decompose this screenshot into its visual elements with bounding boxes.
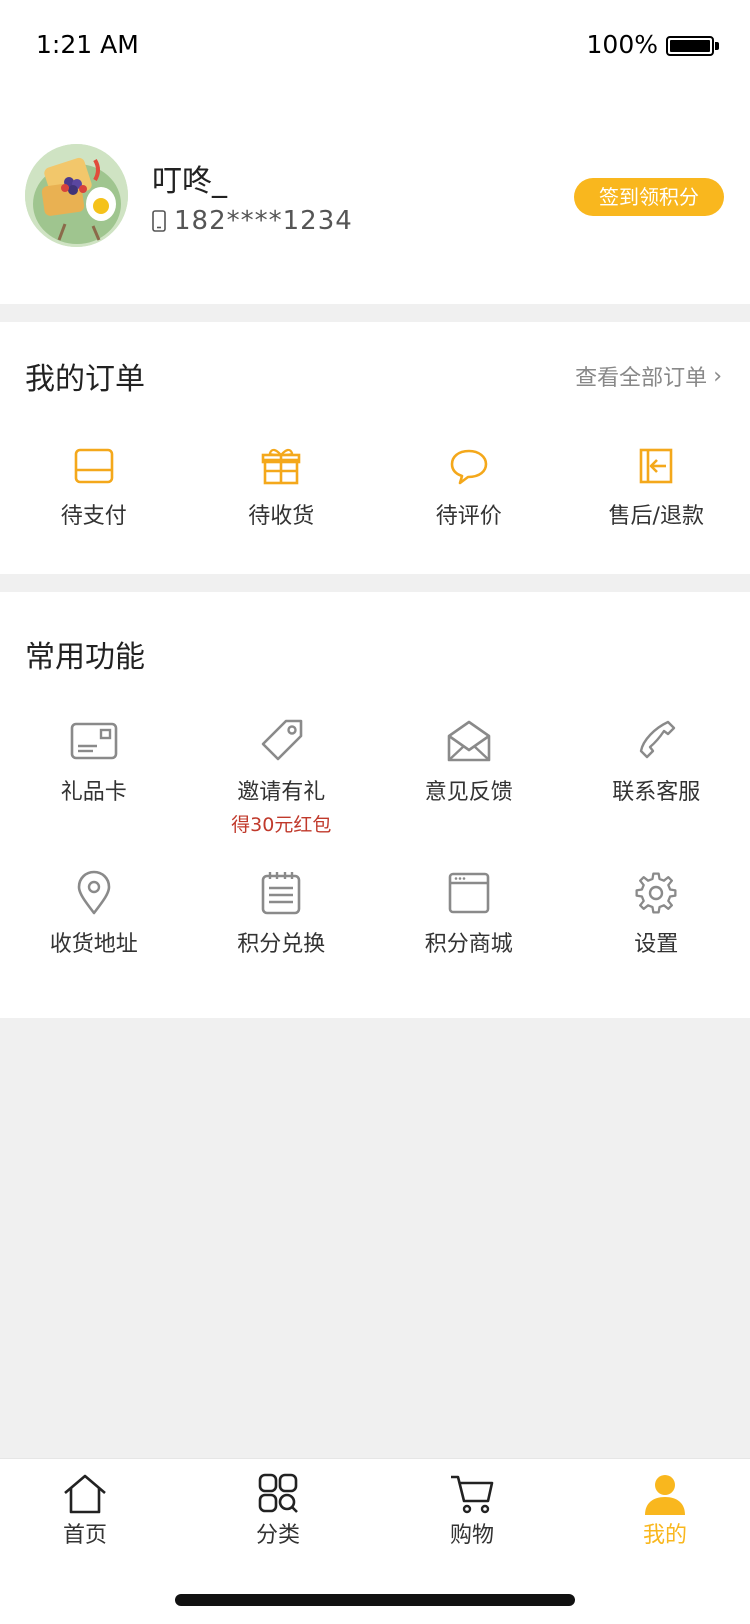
return-icon bbox=[639, 448, 673, 484]
profile-screen: 1:21 AM 100% 叮咚_ 182****1234 签到领积分 我的订单 … bbox=[0, 0, 750, 1624]
browser-window-icon bbox=[448, 872, 490, 914]
phone-icon bbox=[640, 720, 676, 759]
cart-icon bbox=[451, 1475, 494, 1514]
feature-customer-service[interactable]: 联系客服 bbox=[563, 718, 750, 837]
bottom-tab-bar: 首页 分类 购物 我的 bbox=[0, 1458, 750, 1624]
feature-label: 设置 bbox=[634, 932, 679, 957]
features-row: 收货地址 积分兑换 积分商城 设置 bbox=[0, 870, 750, 958]
feature-points-exchange[interactable]: 积分兑换 bbox=[188, 870, 376, 958]
feature-invite[interactable]: 邀请有礼 得30元红包 bbox=[188, 718, 376, 837]
checkin-button[interactable]: 签到领积分 bbox=[574, 178, 724, 216]
order-pending-review[interactable]: 待评价 bbox=[375, 446, 563, 530]
feature-label: 积分兑换 bbox=[237, 932, 326, 957]
gift-card-icon bbox=[70, 722, 118, 760]
status-bar: 1:21 AM 100% bbox=[0, 0, 750, 92]
tab-mine[interactable]: 我的 bbox=[605, 1473, 725, 1549]
order-pending-receipt[interactable]: 待收货 bbox=[188, 446, 376, 530]
view-all-orders-link[interactable]: 查看全部订单 › bbox=[575, 360, 722, 392]
category-icon bbox=[258, 1473, 298, 1513]
chat-bubble-icon bbox=[450, 449, 488, 485]
tab-label: 分类 bbox=[255, 1523, 300, 1548]
wallet-icon bbox=[74, 448, 114, 484]
orders-card: 我的订单 查看全部订单 › 待支付 待收货 待评价 售后/退款 bbox=[0, 322, 750, 574]
order-item-label: 待评价 bbox=[435, 504, 502, 529]
order-after-sales[interactable]: 售后/退款 bbox=[563, 446, 750, 530]
feature-address[interactable]: 收货地址 bbox=[0, 870, 188, 958]
feature-feedback[interactable]: 意见反馈 bbox=[375, 718, 563, 837]
notepad-icon bbox=[261, 872, 301, 915]
feature-label: 礼品卡 bbox=[60, 780, 127, 805]
home-icon bbox=[64, 1474, 106, 1514]
feature-label: 收货地址 bbox=[49, 932, 138, 957]
order-pending-payment[interactable]: 待支付 bbox=[0, 446, 188, 530]
battery-icon bbox=[666, 36, 714, 56]
orders-title: 我的订单 bbox=[25, 362, 145, 397]
feature-gift-card[interactable]: 礼品卡 bbox=[0, 718, 188, 837]
phone-number: 182****1234 bbox=[174, 206, 353, 236]
location-pin-icon bbox=[77, 870, 111, 915]
feature-label: 积分商城 bbox=[424, 932, 513, 957]
tab-label: 首页 bbox=[62, 1523, 107, 1548]
mobile-phone-icon bbox=[152, 210, 166, 232]
phone-row: 182****1234 bbox=[152, 206, 353, 236]
battery-cap bbox=[715, 42, 719, 50]
gift-box-icon bbox=[261, 448, 301, 485]
features-card: 常用功能 礼品卡 邀请有礼 得30元红包 意见反馈 联系客服 收货地址 积分兑换… bbox=[0, 592, 750, 1018]
features-title: 常用功能 bbox=[25, 640, 145, 675]
order-status-grid: 待支付 待收货 待评价 售后/退款 bbox=[0, 446, 750, 530]
order-item-label: 售后/退款 bbox=[608, 504, 704, 529]
profile-header: 叮咚_ 182****1234 签到领积分 bbox=[0, 92, 750, 304]
tab-home[interactable]: 首页 bbox=[25, 1473, 145, 1549]
view-all-orders-label: 查看全部订单 bbox=[575, 366, 708, 391]
username: 叮咚_ bbox=[152, 164, 227, 199]
status-time: 1:21 AM bbox=[36, 30, 139, 59]
tab-label: 购物 bbox=[449, 1523, 494, 1548]
tab-label: 我的 bbox=[642, 1523, 687, 1548]
envelope-icon bbox=[447, 720, 491, 762]
feature-label: 联系客服 bbox=[612, 780, 701, 805]
gear-icon bbox=[635, 872, 677, 914]
feature-label: 意见反馈 bbox=[424, 780, 513, 805]
user-icon bbox=[645, 1475, 685, 1515]
feature-label: 邀请有礼 bbox=[237, 780, 326, 805]
tab-shopping[interactable]: 购物 bbox=[412, 1473, 532, 1549]
feature-settings[interactable]: 设置 bbox=[563, 870, 750, 958]
avatar[interactable] bbox=[25, 144, 128, 247]
home-indicator[interactable] bbox=[175, 1594, 575, 1606]
invite-reward-text: 得30元红包 bbox=[231, 814, 332, 836]
chevron-right-icon: › bbox=[713, 363, 722, 389]
tag-icon bbox=[261, 719, 303, 761]
feature-points-mall[interactable]: 积分商城 bbox=[375, 870, 563, 958]
order-item-label: 待收货 bbox=[248, 504, 315, 529]
tab-category[interactable]: 分类 bbox=[218, 1473, 338, 1549]
order-item-label: 待支付 bbox=[60, 504, 127, 529]
battery-percentage: 100% bbox=[586, 30, 658, 59]
features-row: 礼品卡 邀请有礼 得30元红包 意见反馈 联系客服 bbox=[0, 718, 750, 837]
